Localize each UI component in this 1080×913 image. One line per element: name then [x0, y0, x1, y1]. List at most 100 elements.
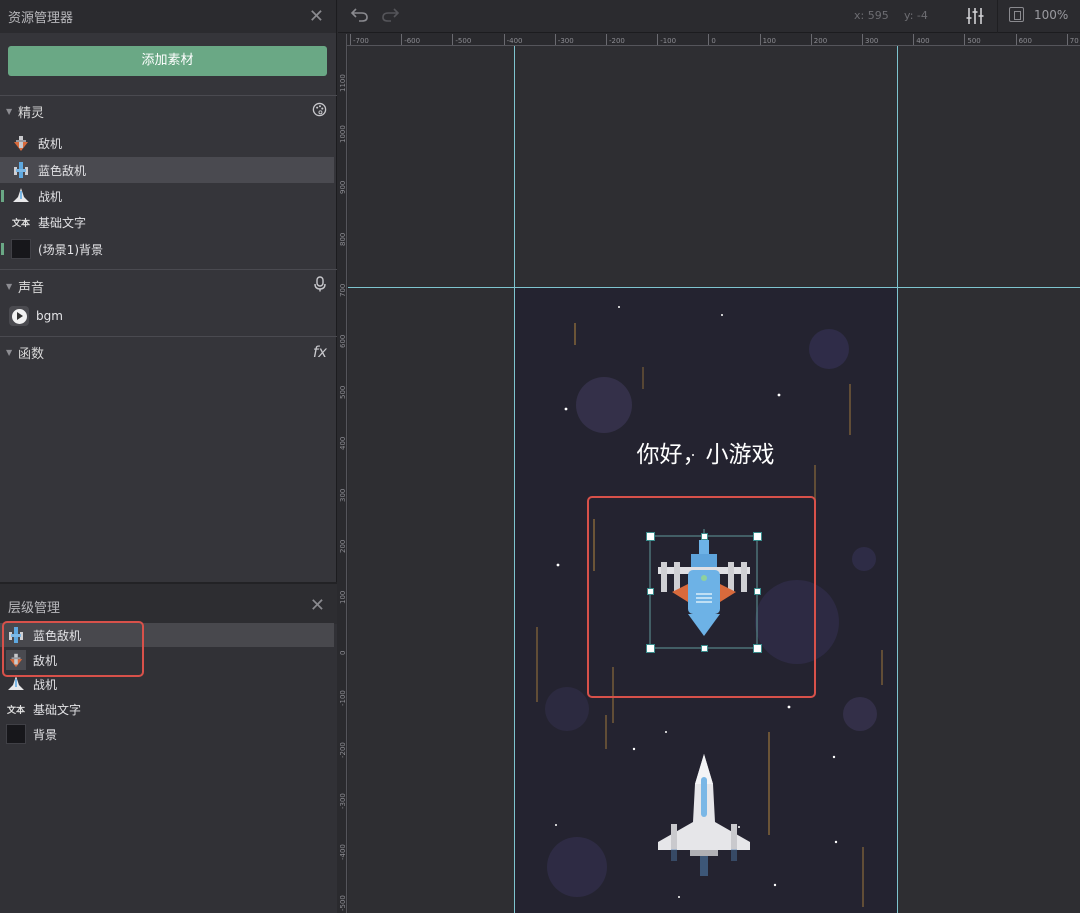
sound-section-header[interactable]: ▼ 声音 [0, 273, 337, 299]
ruler-tick-label: 0 [339, 650, 347, 656]
ruler-tick-label: -300 [554, 34, 574, 45]
coordinate-y-readout: y: -4 [904, 9, 928, 22]
ruler-tick-label: -200 [339, 741, 347, 758]
sound-section-label: 声音 [18, 280, 45, 296]
close-icon[interactable]: ✕ [309, 7, 324, 26]
divider [0, 336, 337, 337]
collapse-triangle-icon[interactable]: ▼ [6, 282, 18, 291]
ruler-tick-label: 700 [339, 283, 347, 297]
ruler-tick-label: 300 [339, 488, 347, 502]
resource-manager-panel: 资源管理器 ✕ 添加素材 ▼ 精灵 敌机 蓝色敌机 战机 文本 基础文字 (场景… [0, 0, 337, 913]
divider [0, 269, 337, 270]
ruler-tick-label: -400 [339, 844, 347, 860]
ruler-tick-label: 800 [339, 232, 347, 246]
coordinate-x-readout: x: 595 [854, 9, 889, 22]
sprite-item-basic-text[interactable]: 文本 基础文字 [0, 209, 334, 235]
sprite-item-background[interactable]: (场景1)背景 [0, 236, 334, 262]
guide-line-vertical[interactable] [897, 46, 898, 913]
layer-item-label: 战机 [33, 677, 58, 692]
fighter-plane-icon [11, 186, 31, 206]
ruler-tick-label: 600 [1015, 34, 1032, 45]
ruler-tick-label: 70 [1066, 34, 1079, 45]
fighter-plane-icon [6, 674, 26, 694]
collapse-triangle-icon[interactable]: ▼ [6, 107, 18, 116]
ruler-tick-label: 200 [810, 34, 828, 45]
ruler-tick-label: -700 [350, 34, 369, 45]
sprite-item-blue-enemy[interactable]: 蓝色敌机 [0, 157, 334, 183]
layer-item-label: 背景 [33, 727, 58, 742]
sprite-item-label: 蓝色敌机 [38, 163, 87, 178]
ruler-tick-label: 100 [759, 34, 776, 45]
layer-manager-title: 层级管理 [8, 600, 61, 616]
ruler-tick-label: 500 [339, 385, 347, 400]
ruler-tick-label: -100 [657, 34, 677, 45]
background-icon [11, 239, 31, 259]
toolbar-separator [997, 0, 998, 33]
play-icon[interactable] [9, 306, 29, 326]
ruler-tick-label: -100 [339, 690, 347, 707]
text-icon: 文本 [11, 218, 30, 229]
ruler-tick-label: -400 [503, 34, 523, 45]
redo-icon[interactable] [380, 5, 400, 28]
ruler-tick-label: 1100 [339, 74, 347, 92]
sound-item-label: bgm [36, 309, 63, 323]
guide-line-horizontal[interactable] [348, 287, 1080, 288]
sliders-icon[interactable] [966, 6, 984, 29]
sound-item-bgm[interactable]: bgm [0, 303, 334, 329]
sprite-highlight-box [587, 496, 816, 698]
ruler-tick-label: -500 [339, 895, 347, 912]
vertical-ruler: 1100 1000 900 800 700 600 500 400 300 200 100 0 -100… [338, 34, 347, 913]
functions-section-header[interactable]: ▼ 函数 fx [0, 339, 337, 365]
blue-enemy-plane-icon [11, 160, 31, 180]
sprite-item-label: 战机 [38, 189, 63, 204]
ruler-tick-label: -500 [452, 34, 472, 45]
ruler-tick-label: 0 [708, 34, 716, 45]
ruler-tick-label: 300 [861, 34, 879, 45]
editor-canvas[interactable]: 你好，小游戏 [348, 46, 1080, 913]
layer-item-label: 基础文字 [33, 702, 82, 717]
horizontal-ruler: -700 -600 -500 -400 -300 -200 -100 0 100 200 300 40… [347, 34, 1080, 46]
sprites-section-label: 精灵 [18, 105, 45, 121]
resource-manager-title: 资源管理器 [8, 11, 74, 26]
sprite-item-label: (场景1)背景 [38, 242, 103, 257]
top-toolbar: x: 595 y: -4 100% [338, 0, 1080, 33]
fx-icon[interactable]: fx [313, 343, 327, 361]
microphone-icon[interactable] [313, 276, 327, 296]
ruler-tick-label: -600 [401, 34, 421, 45]
sprite-item-enemy[interactable]: 敌机 [0, 130, 334, 156]
add-asset-button[interactable]: 添加素材 [8, 46, 327, 76]
text-icon: 文本 [6, 705, 25, 716]
scene-title-text[interactable]: 你好，小游戏 [514, 435, 897, 469]
ruler-tick-label: 200 [339, 539, 347, 553]
fighter-plane-sprite [658, 754, 750, 876]
divider [0, 95, 337, 96]
layer-item-background[interactable]: 背景 [0, 722, 334, 746]
background-icon [6, 724, 26, 744]
guide-line-vertical[interactable] [514, 46, 515, 913]
close-icon[interactable]: ✕ [310, 597, 325, 615]
ruler-tick-label: 500 [964, 34, 981, 45]
ruler-tick-label: 1000 [339, 125, 347, 144]
ruler-tick-label: 600 [339, 334, 347, 348]
ruler-tick-label: 100 [339, 590, 347, 604]
ruler-tick-label: -200 [606, 34, 625, 45]
layer-manager-header: 层级管理 ✕ [0, 584, 337, 624]
fit-screen-icon[interactable] [1009, 7, 1024, 22]
sprites-section-header[interactable]: ▼ 精灵 [0, 98, 337, 124]
layer-item-basic-text[interactable]: 文本 基础文字 [0, 697, 334, 721]
ruler-tick-label: -300 [339, 792, 347, 809]
sprite-item-fighter[interactable]: 战机 [0, 183, 334, 209]
ruler-tick-label: 900 [339, 181, 347, 195]
functions-section-label: 函数 [18, 346, 45, 362]
palette-icon[interactable] [312, 102, 327, 121]
undo-icon[interactable] [350, 5, 370, 28]
ruler-tick-label: 400 [339, 437, 347, 451]
zoom-level[interactable]: 100% [1034, 8, 1068, 22]
ruler-tick-label: 400 [913, 34, 930, 45]
sprite-item-label: 敌机 [38, 136, 63, 151]
layer-highlight-box [2, 621, 144, 677]
enemy-plane-icon [11, 133, 31, 153]
sprite-item-label: 基础文字 [38, 215, 87, 230]
collapse-triangle-icon[interactable]: ▼ [6, 348, 18, 357]
resource-manager-header: 资源管理器 ✕ [0, 0, 336, 33]
